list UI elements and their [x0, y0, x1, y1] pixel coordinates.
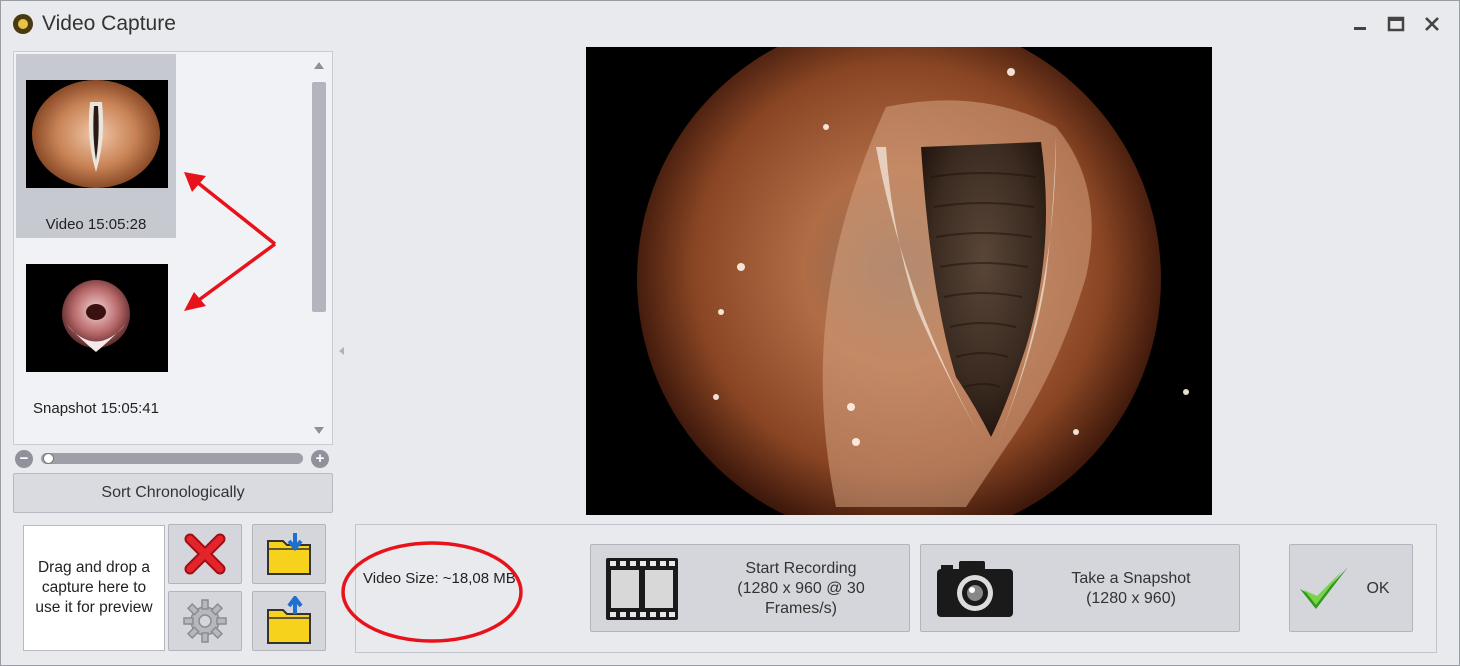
thumbnail-zoom-slider: − + — [13, 449, 333, 469]
ok-button[interactable]: OK — [1289, 544, 1413, 632]
preview-drop-zone[interactable]: Drag and drop a capture here to use it f… — [23, 525, 165, 651]
record-line-1: Start Recording — [745, 560, 857, 577]
video-thumbnail — [26, 80, 168, 188]
capture-list[interactable]: Video 15:05:28 Snapshot 15:05:41 — [13, 51, 333, 445]
window-title: Video Capture — [42, 12, 176, 35]
settings-button[interactable] — [168, 591, 242, 651]
gear-icon — [183, 599, 227, 643]
minimize-icon — [1354, 27, 1366, 30]
close-button[interactable] — [1417, 9, 1447, 39]
green-check-icon — [1300, 567, 1348, 609]
title-bar: Video Capture — [1, 1, 1459, 47]
capture-label: Snapshot 15:05:41 — [33, 400, 159, 417]
record-line-2: (1280 x 960 @ 30 — [737, 580, 865, 597]
record-button-text: Start Recording (1280 x 960 @ 30 Frames/… — [711, 559, 891, 619]
take-snapshot-button[interactable]: Take a Snapshot (1280 x 960) — [920, 544, 1240, 632]
snapshot-line-1: Take a Snapshot — [1071, 570, 1191, 587]
red-x-icon — [184, 533, 226, 575]
zoom-in-button[interactable]: + — [311, 450, 329, 468]
delete-button[interactable] — [168, 524, 242, 584]
live-video-preview — [586, 47, 1212, 515]
record-line-3: Frames/s) — [765, 600, 837, 617]
export-button[interactable] — [252, 591, 326, 651]
capture-item-snapshot[interactable]: Snapshot 15:05:41 — [16, 244, 176, 428]
scroll-down-arrow-icon[interactable] — [314, 427, 324, 434]
maximize-button[interactable] — [1381, 9, 1411, 39]
start-recording-button[interactable]: Start Recording (1280 x 960 @ 30 Frames/… — [590, 544, 910, 632]
app-logo-icon — [13, 14, 33, 34]
film-strip-icon — [606, 558, 678, 620]
capture-list-scrollbar[interactable] — [306, 52, 332, 444]
video-capture-window: Video Capture Video 15:05:28 Snapshot 15… — [0, 0, 1460, 666]
window-controls — [1345, 9, 1447, 39]
scroll-up-arrow-icon[interactable] — [314, 62, 324, 69]
scrollbar-thumb[interactable] — [312, 82, 326, 312]
camera-icon — [937, 561, 1013, 617]
snapshot-line-2: (1280 x 960) — [1086, 590, 1176, 607]
snapshot-button-text: Take a Snapshot (1280 x 960) — [1041, 569, 1221, 609]
folder-down-icon — [267, 533, 311, 575]
import-button[interactable] — [252, 524, 326, 584]
video-size-readout: Video Size: ~18,08 MB — [363, 570, 516, 587]
maximize-icon — [1387, 16, 1405, 32]
snapshot-thumbnail — [26, 264, 168, 372]
zoom-track[interactable] — [41, 453, 303, 464]
capture-label: Video 15:05:28 — [45, 216, 147, 233]
folder-up-icon — [267, 596, 311, 644]
panel-splitter-arrow-icon[interactable] — [339, 347, 344, 355]
sort-chronologically-button[interactable]: Sort Chronologically — [13, 473, 333, 513]
capture-item-video[interactable]: Video 15:05:28 — [16, 54, 176, 238]
zoom-out-button[interactable]: − — [15, 450, 33, 468]
minimize-button[interactable] — [1345, 9, 1375, 39]
ok-label: OK — [1366, 580, 1390, 597]
close-icon — [1425, 17, 1439, 31]
zoom-knob[interactable] — [43, 453, 54, 464]
